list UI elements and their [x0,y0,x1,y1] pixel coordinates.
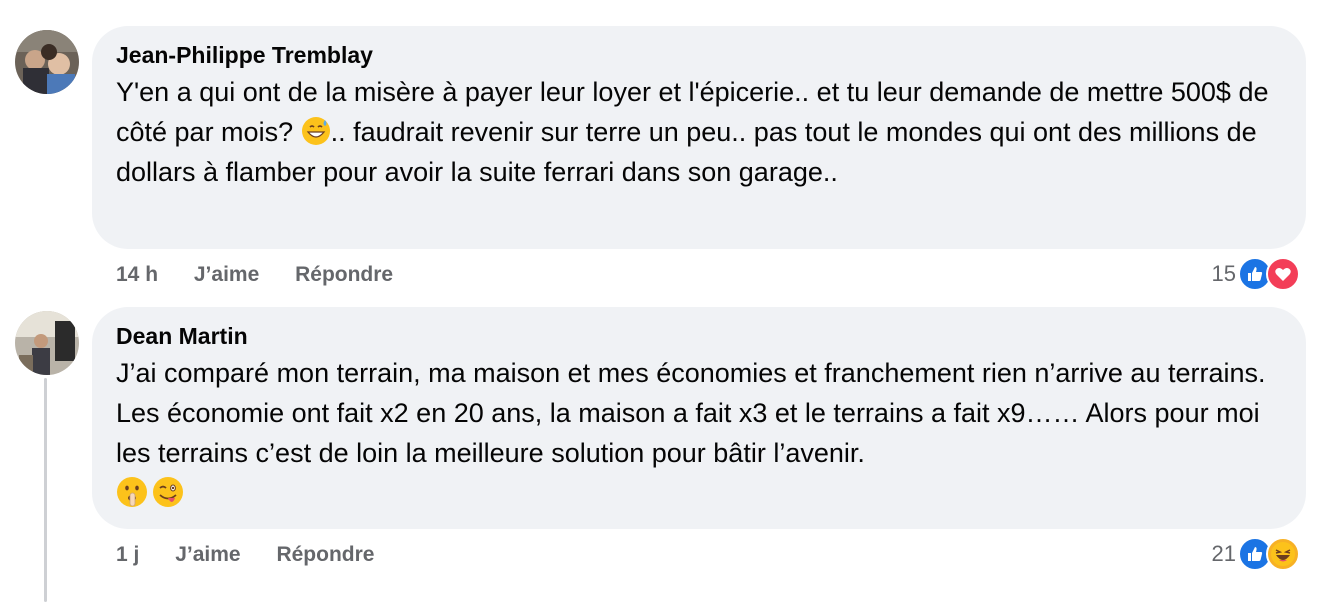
comment-text: J’ai comparé mon terrain, ma maison et m… [116,358,1274,468]
reaction-summary[interactable]: 21 [1212,537,1300,571]
comment-author[interactable]: Dean Martin [116,321,1282,351]
love-reaction-icon [1266,257,1300,291]
shushing-face-icon [117,477,147,507]
reaction-summary[interactable]: 15 [1212,257,1300,291]
like-button[interactable]: J’aime [194,260,259,290]
winking-face-with-tongue-icon [153,477,183,507]
avatar-photo [15,30,79,94]
reply-button[interactable]: Répondre [276,540,374,570]
comment-actions: 14 h J’aime Répondre [116,260,423,290]
thread-connector-line [44,378,47,602]
haha-reaction-icon [1266,537,1300,571]
cropped-previous-content [300,0,360,2]
comment-bubble: Dean Martin J’ai comparé mon terrain, ma… [92,307,1306,529]
grinning-face-with-sweat-icon [301,117,330,145]
avatar-photo [15,311,79,375]
like-button[interactable]: J’aime [175,540,240,570]
reaction-count: 15 [1211,261,1236,286]
comment-bubble: Jean-Philippe Tremblay Y'en a qui ont de… [92,26,1306,249]
avatar[interactable] [15,30,79,94]
comment-time[interactable]: 14 h [116,260,158,290]
reaction-count: 21 [1211,541,1236,566]
avatar[interactable] [15,311,79,375]
reply-button[interactable]: Répondre [295,260,393,290]
comment-author[interactable]: Jean-Philippe Tremblay [116,40,1282,70]
comment-thread: Jean-Philippe Tremblay Y'en a qui ont de… [0,0,1328,602]
comment-actions: 1 j J’aime Répondre [116,540,404,570]
comment-emoji-row [116,473,1282,511]
comment-time[interactable]: 1 j [116,540,139,570]
comment-text: Y'en a qui ont de la misère à payer leur… [116,72,1282,192]
